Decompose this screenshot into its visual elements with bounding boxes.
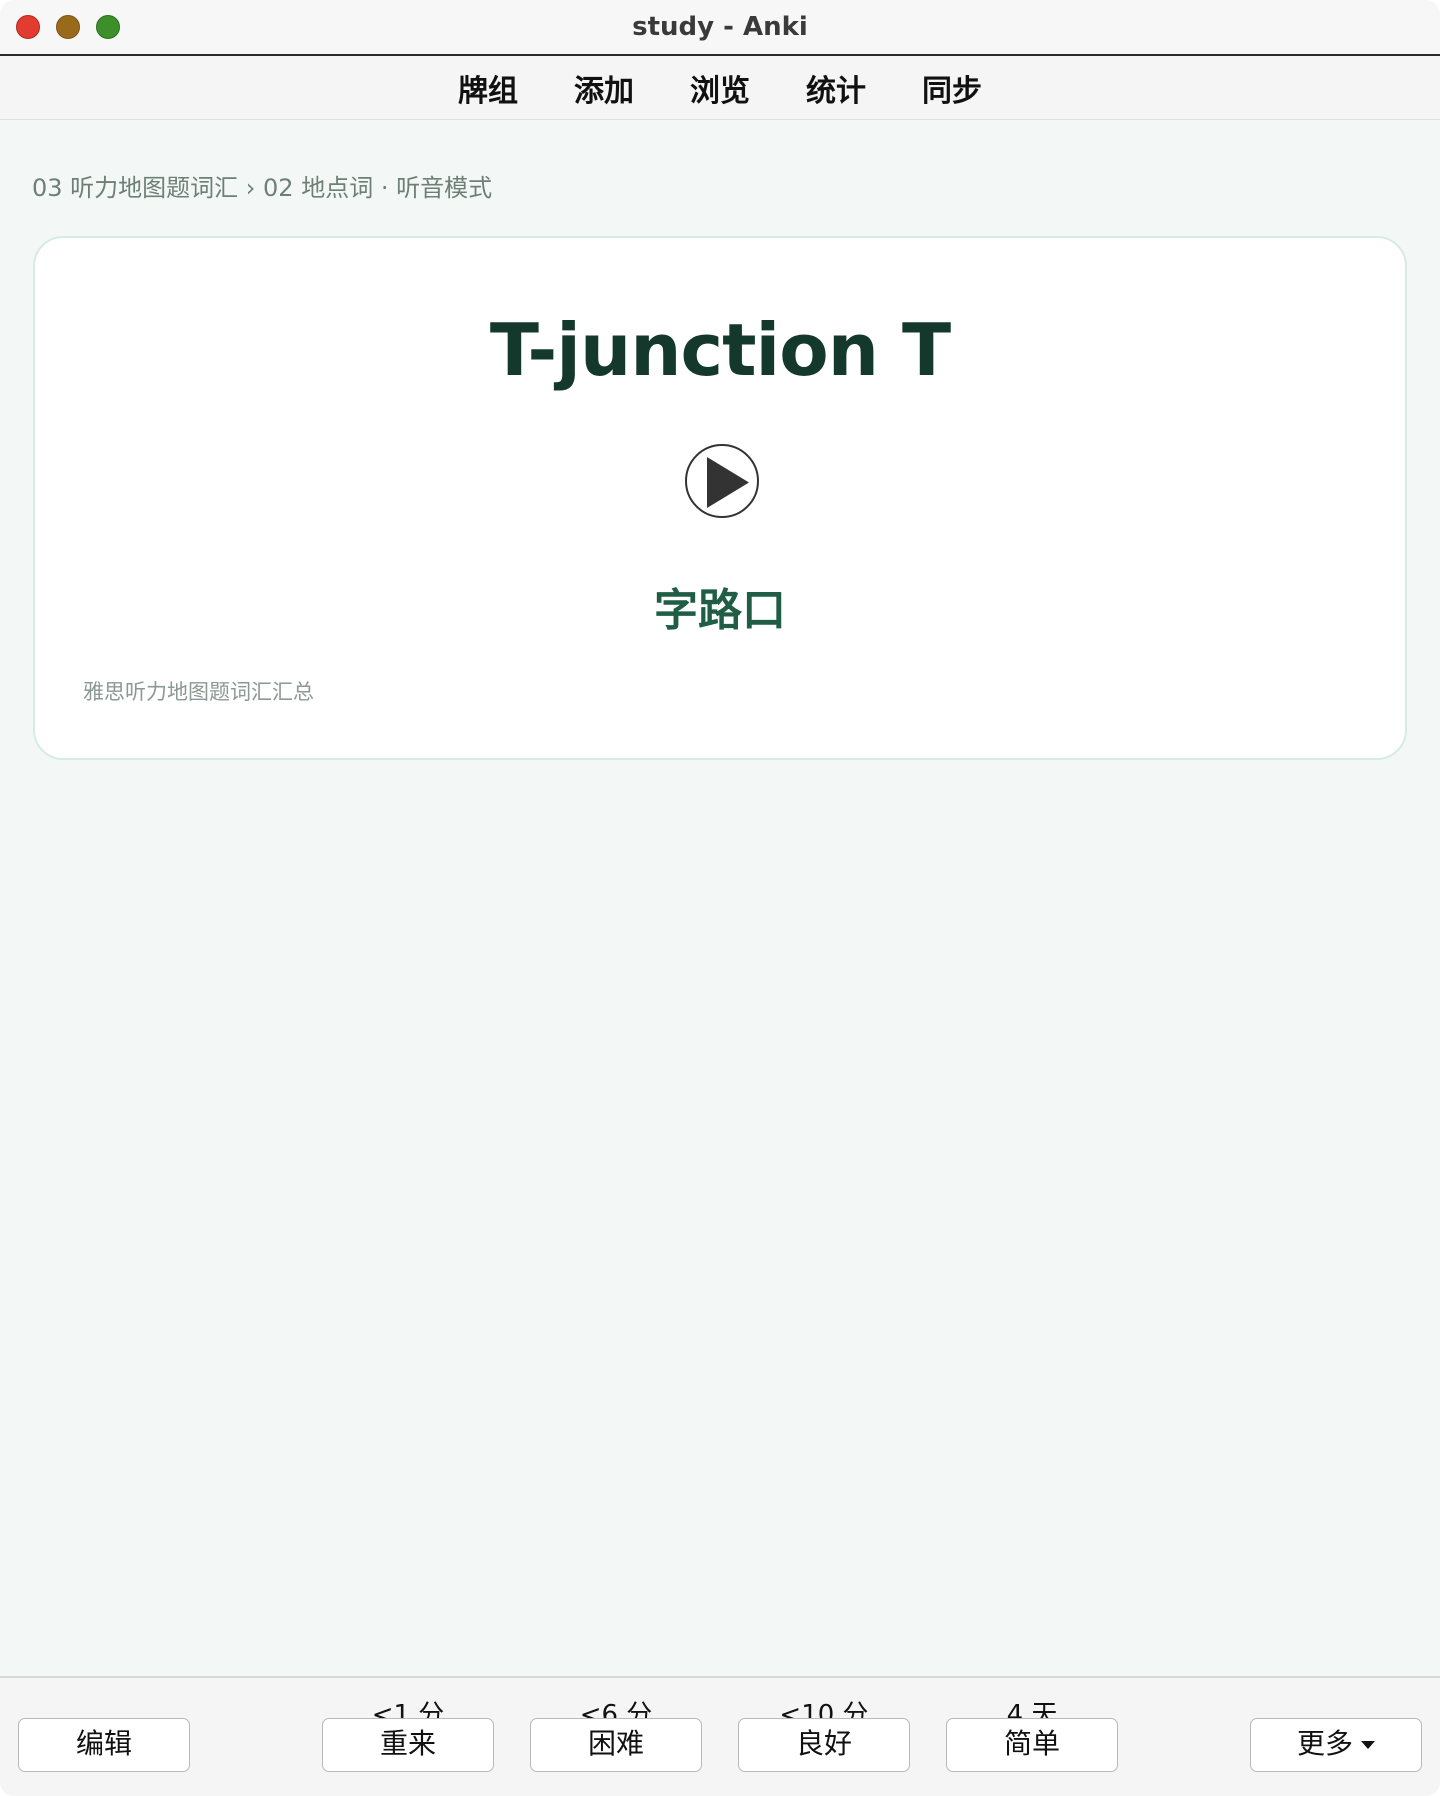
- more-button[interactable]: 更多: [1250, 1718, 1422, 1772]
- main-toolbar: 牌组 添加 浏览 统计 同步: [0, 56, 1440, 120]
- toolbar-item-add[interactable]: 添加: [546, 66, 662, 110]
- card-source: 雅思听力地图题词汇汇总: [83, 680, 314, 704]
- title-bar: study - Anki: [0, 0, 1440, 56]
- chevron-down-icon: [1361, 1741, 1375, 1749]
- hard-button[interactable]: 困难: [530, 1718, 702, 1772]
- again-button[interactable]: 重来: [322, 1718, 494, 1772]
- good-button[interactable]: 良好: [738, 1718, 910, 1772]
- easy-button[interactable]: 简单: [946, 1718, 1118, 1772]
- toolbar-item-stats[interactable]: 统计: [778, 66, 894, 110]
- toolbar-item-browse[interactable]: 浏览: [662, 66, 778, 110]
- review-bottom-bar: 编辑 <1 分 重来 <6 分 困难 <10 分 良好 4 天 简单 更多: [0, 1676, 1440, 1796]
- card-word: T-junction T: [489, 308, 951, 392]
- anki-window: study - Anki 牌组 添加 浏览 统计 同步 03 听力地图题词汇 ›…: [0, 0, 1440, 1796]
- deck-breadcrumb: 03 听力地图题词汇 › 02 地点词 · 听音模式: [32, 174, 493, 202]
- play-icon: [707, 457, 749, 508]
- window-title: study - Anki: [632, 12, 808, 42]
- toolbar-item-decks[interactable]: 牌组: [430, 66, 546, 110]
- card-meaning: 字路口: [654, 585, 786, 636]
- play-audio-button[interactable]: [685, 444, 759, 518]
- toolbar-item-sync[interactable]: 同步: [894, 66, 1010, 110]
- flashcard: T-junction T 字路口 雅思听力地图题词汇汇总: [33, 236, 1407, 760]
- more-label: 更多: [1296, 1727, 1353, 1760]
- edit-button[interactable]: 编辑: [18, 1718, 190, 1772]
